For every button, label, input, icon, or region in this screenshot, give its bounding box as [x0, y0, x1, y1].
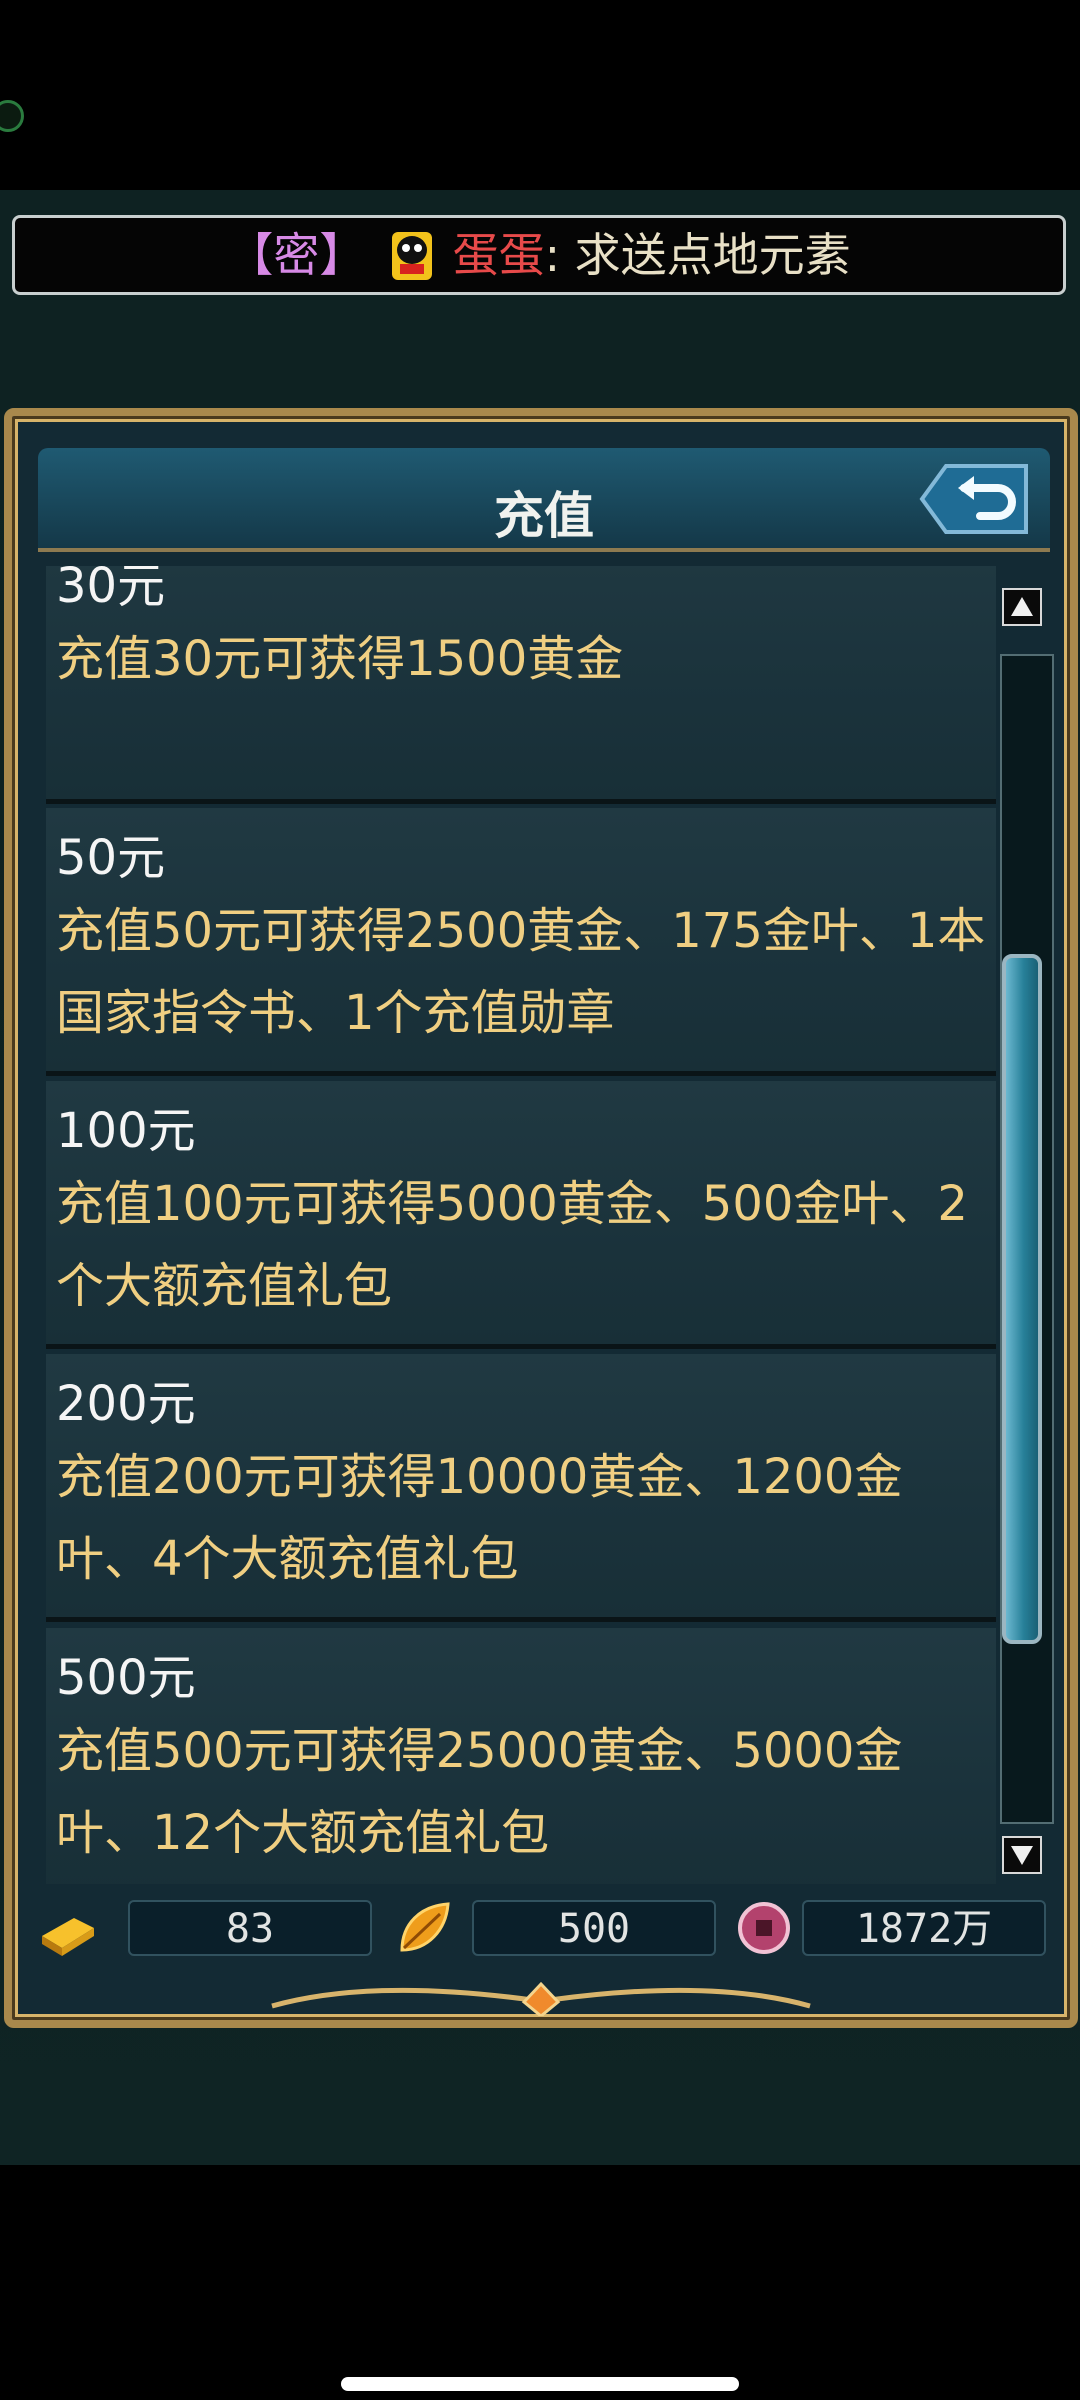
home-indicator[interactable]: [341, 2377, 739, 2391]
scroll-down-arrow-icon[interactable]: [1002, 1836, 1042, 1874]
currency-bar: 83 500 1872万: [36, 1884, 1052, 1974]
scroll-up-arrow-icon[interactable]: [1002, 588, 1042, 626]
recharge-description: 充值30元可获得1500黄金: [56, 631, 624, 687]
chat-channel-label: 【密】: [227, 228, 366, 282]
chat-message-text: : 求送点地元素: [544, 228, 851, 282]
recharge-amount-label: 200元: [56, 1376, 196, 1432]
recharge-description: 充值200元可获得10000黄金、1200金叶、4个大额充值礼包: [56, 1449, 903, 1587]
decorative-ornament-icon: [271, 1981, 811, 2016]
list-item[interactable]: 500元 充值500元可获得25000黄金、5000金叶、12个大额充值礼包: [46, 1628, 996, 1884]
leaf-amount: 500: [472, 1900, 716, 1956]
gold-amount: 83: [128, 1900, 372, 1956]
recharge-amount-label: 100元: [56, 1103, 196, 1159]
chat-sender-name: 蛋蛋: [452, 228, 545, 282]
golden-leaf-icon: [400, 1902, 450, 1952]
list-item[interactable]: 30元 充值30元可获得1500黄金: [46, 566, 996, 804]
chat-bar[interactable]: 【密】 蛋蛋: 求送点地元素: [12, 215, 1066, 295]
recharge-amount-label: 500元: [56, 1650, 196, 1706]
penguin-avatar-icon: [391, 231, 432, 280]
panel-header: 充值: [38, 448, 1050, 552]
recharge-description: 充值100元可获得5000黄金、500金叶、2个大额充值礼包: [56, 1176, 968, 1314]
recharge-list[interactable]: 30元 充值30元可获得1500黄金 50元 充值50元可获得2500黄金、17…: [46, 566, 996, 1884]
coin-icon: [738, 1902, 790, 1954]
recharge-amount-label: 30元: [56, 566, 166, 614]
recharge-description: 充值50元可获得2500黄金、175金叶、1本国家指令书、1个充值勋章: [56, 903, 986, 1041]
list-item[interactable]: 200元 充值200元可获得10000黄金、1200金叶、4个大额充值礼包: [46, 1354, 996, 1622]
scrollbar-thumb[interactable]: [1002, 954, 1042, 1644]
list-item[interactable]: 50元 充值50元可获得2500黄金、175金叶、1本国家指令书、1个充值勋章: [46, 808, 996, 1076]
recharge-panel: 充值 30元 充值30元可获得1500黄金 50元 充值50元可获得2500黄金…: [4, 408, 1078, 2028]
recharge-amount-label: 50元: [56, 830, 166, 886]
page-title: 充值: [494, 487, 594, 545]
coin-amount: 1872万: [802, 1900, 1046, 1956]
status-indicator-icon: [0, 100, 24, 132]
back-arrow-icon[interactable]: [916, 460, 1030, 538]
gold-bar-icon: [42, 1918, 94, 1956]
recharge-description: 充值500元可获得25000黄金、5000金叶、12个大额充值礼包: [56, 1723, 903, 1861]
list-item[interactable]: 100元 充值100元可获得5000黄金、500金叶、2个大额充值礼包: [46, 1081, 996, 1349]
